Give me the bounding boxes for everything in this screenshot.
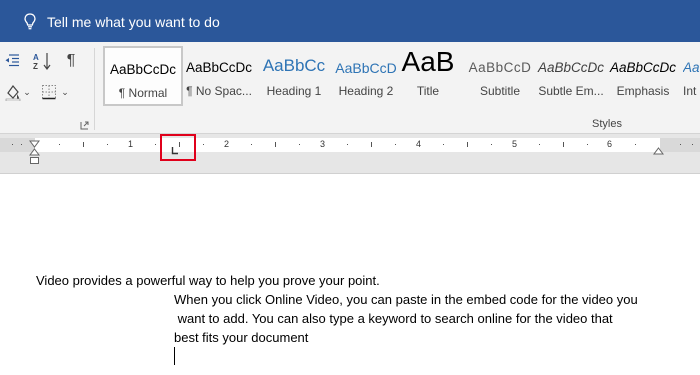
style-sample: AaBbCcDc bbox=[185, 60, 253, 75]
lightbulb-icon bbox=[24, 13, 36, 30]
style-intense-emphasis[interactable]: AaBbCcDc Int bbox=[683, 46, 700, 106]
svg-text:A: A bbox=[33, 53, 39, 62]
style-normal[interactable]: AaBbCcDc ¶ Normal bbox=[103, 46, 183, 106]
style-sample: AaBbCcDc bbox=[109, 62, 177, 77]
style-heading-1[interactable]: AaBbCc Heading 1 bbox=[254, 46, 334, 106]
style-name: Subtitle bbox=[479, 84, 521, 98]
style-name: Subtle Em... bbox=[538, 84, 604, 98]
document-line: want to add. You can also type a keyword… bbox=[174, 311, 613, 326]
right-indent-marker[interactable] bbox=[653, 142, 664, 160]
document-line: When you click Online Video, you can pas… bbox=[174, 292, 638, 307]
tell-me-box[interactable]: Tell me what you want to do bbox=[24, 13, 220, 30]
tell-me-text: Tell me what you want to do bbox=[47, 13, 220, 30]
style-name: ¶ No Spac... bbox=[186, 84, 252, 98]
style-name: Heading 1 bbox=[266, 84, 322, 98]
document-line: Video provides a powerful way to help yo… bbox=[36, 273, 380, 288]
dialog-launcher-icon[interactable] bbox=[80, 117, 89, 130]
group-divider bbox=[94, 48, 95, 130]
sort-icon[interactable]: AZ bbox=[30, 50, 54, 72]
style-sample: AaBbCcD bbox=[468, 60, 532, 75]
pilcrow-icon[interactable]: ¶ bbox=[60, 50, 82, 72]
style-sample: AaBbCcDc bbox=[609, 60, 677, 75]
title-bar: Tell me what you want to do bbox=[0, 0, 700, 42]
style-sample: AaB bbox=[401, 46, 455, 77]
horizontal-ruler: 1 2 3 4 5 6 bbox=[0, 134, 700, 174]
style-title[interactable]: AaB Title bbox=[388, 46, 468, 106]
style-sample: AaBbCc bbox=[262, 56, 326, 75]
chevron-down-icon[interactable]: ⌄ bbox=[22, 86, 32, 98]
style-name: Int bbox=[683, 84, 697, 98]
ruler-number: 5 bbox=[512, 139, 518, 149]
style-name: ¶ Normal bbox=[118, 86, 168, 100]
document-line: best fits your document bbox=[174, 330, 309, 345]
ruler-number: 3 bbox=[320, 139, 326, 149]
ruler-number: 4 bbox=[416, 139, 422, 149]
style-subtle-emphasis[interactable]: AaBbCcDc Subtle Em... bbox=[531, 46, 611, 106]
style-name: Emphasis bbox=[616, 84, 670, 98]
ruler-number: 1 bbox=[128, 139, 134, 149]
decrease-indent-icon[interactable] bbox=[2, 50, 22, 70]
style-sample: AaBbCcDc bbox=[683, 60, 700, 75]
ruler-number: 2 bbox=[224, 139, 230, 149]
tab-stop-highlight bbox=[160, 134, 196, 161]
ruler-number: 6 bbox=[607, 139, 613, 149]
paragraph-group: AZ ¶ ⌄ ⌄ bbox=[0, 42, 92, 134]
styles-group-label: Styles bbox=[592, 118, 622, 130]
borders-icon[interactable] bbox=[38, 82, 60, 102]
ribbon: AZ ¶ ⌄ ⌄ AaBbCcDc ¶ Normal AaBbCcDc ¶ No… bbox=[0, 42, 700, 134]
shading-icon[interactable] bbox=[2, 82, 24, 102]
style-subtitle[interactable]: AaBbCcD Subtitle bbox=[460, 46, 540, 106]
svg-text:Z: Z bbox=[33, 62, 38, 71]
style-sample: AaBbCcDc bbox=[537, 60, 605, 75]
styles-gallery: AaBbCcDc ¶ Normal AaBbCcDc ¶ No Spac... … bbox=[100, 46, 700, 110]
style-name: Title bbox=[416, 84, 440, 98]
text-cursor bbox=[174, 347, 175, 365]
ruler-margin-right bbox=[660, 138, 700, 152]
chevron-down-icon[interactable]: ⌄ bbox=[60, 86, 70, 98]
left-indent-marker[interactable] bbox=[30, 151, 39, 169]
style-no-spacing[interactable]: AaBbCcDc ¶ No Spac... bbox=[179, 46, 259, 106]
style-emphasis[interactable]: AaBbCcDc Emphasis bbox=[603, 46, 683, 106]
